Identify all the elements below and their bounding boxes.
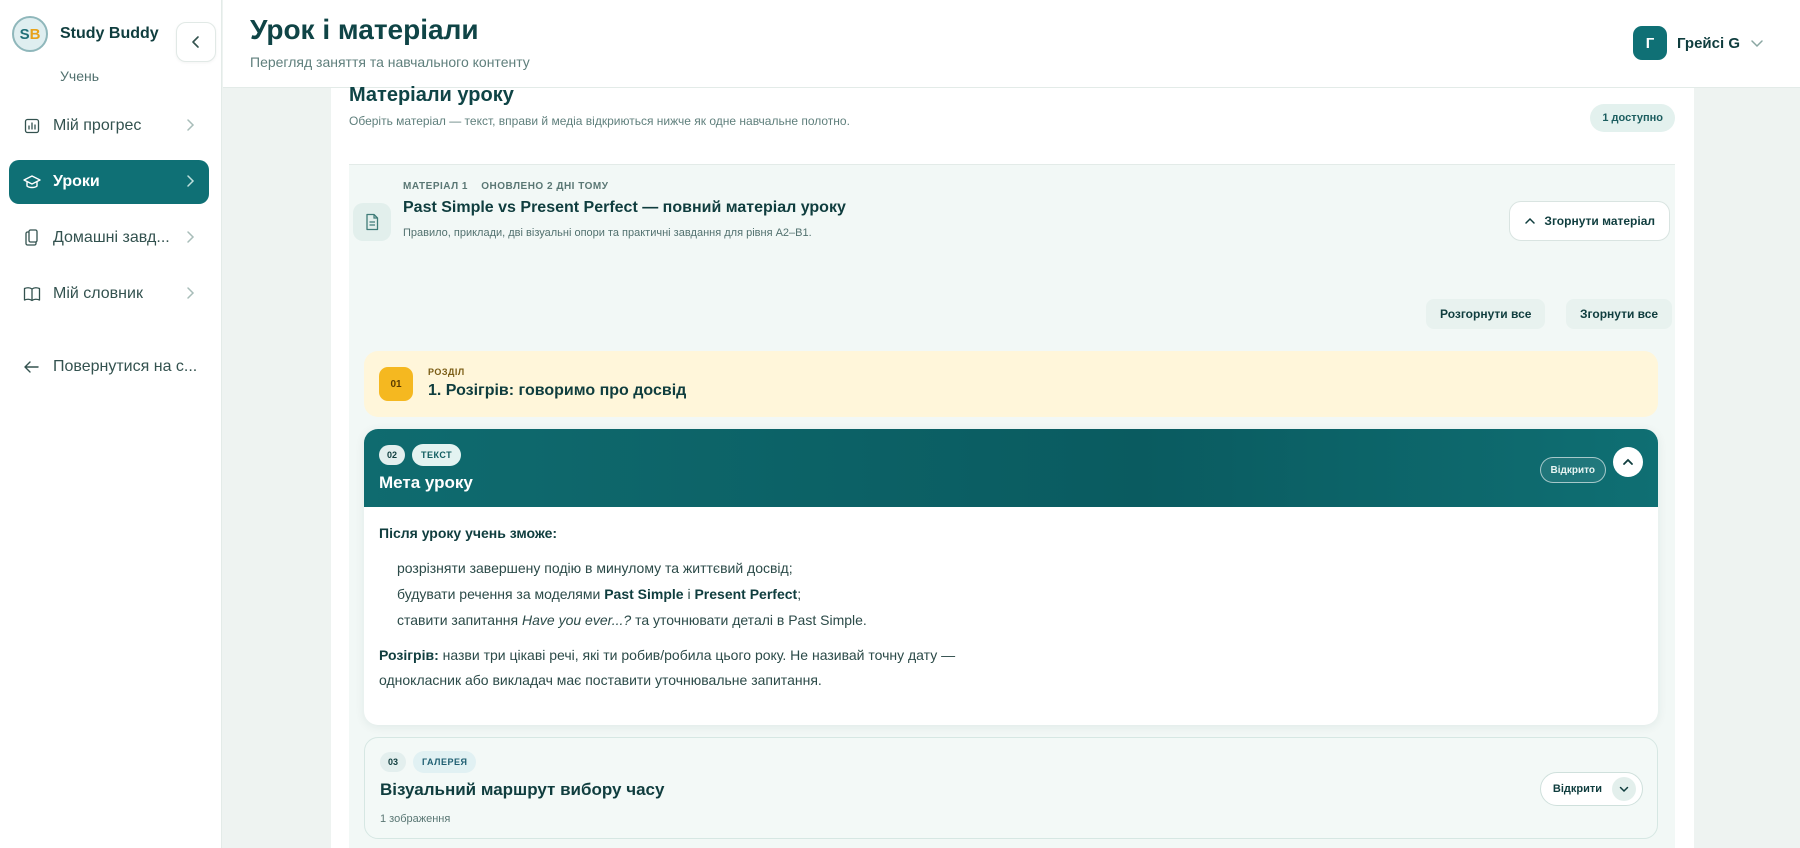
section-label: РОЗДІЛ bbox=[428, 367, 465, 377]
user-role: Учень bbox=[60, 68, 99, 84]
goal-lead: Після уроку учень зможе: bbox=[379, 525, 558, 541]
list-item: будувати речення за моделями Past Simple… bbox=[397, 586, 802, 602]
material-index: МАТЕРІАЛ 1 bbox=[403, 181, 468, 192]
list-item: ставити запитання Have you ever...? та у… bbox=[397, 612, 867, 628]
item-number: 03 bbox=[380, 752, 407, 772]
sidebar: SB Study Buddy Учень Мій прогрес Уроки Д… bbox=[0, 0, 222, 848]
avatar: Г bbox=[1632, 26, 1667, 60]
warmup-text: Розігрів: назви три цікаві речі, які ти … bbox=[379, 647, 956, 688]
sidebar-item-progress[interactable]: Мій прогрес bbox=[9, 104, 209, 148]
material-card: МАТЕРІАЛ 1 ОНОВЛЕНО 2 ДНІ ТОМУ Past Simp… bbox=[349, 164, 1675, 848]
materials-title: Матеріали уроку bbox=[349, 84, 514, 106]
collapse-material-label: Згорнути матеріал bbox=[1544, 214, 1655, 228]
logo: SB bbox=[12, 16, 48, 52]
goal-list: розрізняти завершену подію в минулому та… bbox=[379, 555, 1079, 633]
graduation-cap-icon bbox=[23, 173, 41, 191]
page-title: Урок і матеріали bbox=[250, 14, 479, 45]
image-count: 1 зображення bbox=[380, 813, 451, 825]
item-title: Мета уроку bbox=[379, 473, 473, 492]
sidebar-item-label: Мій прогрес bbox=[53, 117, 142, 134]
materials-panel: Матеріали уроку Оберіть матеріал — текст… bbox=[331, 84, 1694, 848]
collapse-material-button[interactable]: Згорнути матеріал bbox=[1509, 201, 1670, 241]
open-item-label: Відкрити bbox=[1552, 783, 1602, 795]
sidebar-item-label: Мій словник bbox=[53, 285, 143, 302]
collapse-sidebar-button[interactable] bbox=[176, 22, 216, 62]
brand[interactable]: SB Study Buddy bbox=[12, 16, 159, 52]
chevron-left-icon bbox=[192, 36, 199, 48]
material-meta: МАТЕРІАЛ 1 ОНОВЛЕНО 2 ДНІ ТОМУ bbox=[403, 181, 618, 192]
open-item-button[interactable]: Відкрити bbox=[1539, 772, 1643, 806]
lesson-item-goal: 02 ТЕКСТ Мета уроку Відкрито Після уроку… bbox=[364, 429, 1658, 725]
available-badge: 1 доступно bbox=[1590, 104, 1675, 132]
arrow-left-icon bbox=[23, 360, 39, 374]
sidebar-item-homework[interactable]: Домашні завд... bbox=[9, 216, 209, 260]
clipboard-icon bbox=[23, 229, 41, 247]
materials-subtitle: Оберіть матеріал — текст, вправи й медіа… bbox=[349, 114, 850, 128]
chevron-right-icon bbox=[187, 231, 195, 243]
book-icon bbox=[23, 285, 41, 303]
top-header: Урок і матеріали Перегляд заняття та нав… bbox=[223, 0, 1800, 88]
item-type-badge: ГАЛЕРЕЯ bbox=[413, 751, 477, 773]
page-subtitle: Перегляд заняття та навчального контенту bbox=[250, 54, 530, 70]
item-content: Після уроку учень зможе: розрізняти заве… bbox=[379, 525, 1079, 693]
back-link[interactable]: Повернутися на с... bbox=[23, 358, 197, 376]
sidebar-nav: Мій прогрес Уроки Домашні завд... Мій сл… bbox=[9, 104, 209, 328]
section-title: 1. Розігрів: говоримо про досвід bbox=[428, 382, 687, 399]
user-menu[interactable]: Г Грейсі G bbox=[1632, 26, 1764, 60]
list-item: розрізняти завершену подію в минулому та… bbox=[397, 560, 793, 576]
chevron-down-icon bbox=[1612, 777, 1636, 801]
sidebar-item-label: Домашні завд... bbox=[53, 229, 170, 246]
expand-all-button[interactable]: Розгорнути все bbox=[1426, 299, 1546, 329]
chevron-right-icon bbox=[187, 175, 195, 187]
material-updated: ОНОВЛЕНО 2 ДНІ ТОМУ bbox=[481, 181, 609, 192]
sidebar-item-dictionary[interactable]: Мій словник bbox=[9, 272, 209, 316]
collapse-all-button[interactable]: Згорнути все bbox=[1566, 299, 1673, 329]
item-number: 02 bbox=[379, 445, 406, 465]
sidebar-item-lessons[interactable]: Уроки bbox=[9, 160, 209, 204]
app-name: Study Buddy bbox=[60, 25, 159, 42]
back-link-label: Повернутися на с... bbox=[53, 358, 198, 375]
collapse-item-button[interactable] bbox=[1613, 447, 1643, 477]
user-name: Грейсі G bbox=[1676, 34, 1740, 52]
sidebar-item-label: Уроки bbox=[53, 173, 100, 190]
material-title: Past Simple vs Present Perfect — повний … bbox=[403, 199, 846, 216]
chevron-down-icon bbox=[1750, 38, 1764, 48]
item-type-badge: ТЕКСТ bbox=[412, 444, 462, 466]
lesson-item-gallery[interactable]: 03 ГАЛЕРЕЯ Візуальний маршрут вибору час… bbox=[364, 737, 1658, 839]
chart-icon bbox=[23, 117, 41, 135]
lesson-item-header[interactable]: 02 ТЕКСТ Мета уроку Відкрито bbox=[364, 429, 1658, 507]
section-number: 01 bbox=[379, 367, 413, 401]
chevron-right-icon bbox=[187, 287, 195, 299]
status-badge: Відкрито bbox=[1539, 457, 1606, 483]
chevron-right-icon bbox=[187, 119, 195, 131]
material-description: Правило, приклади, дві візуальні опори т… bbox=[403, 227, 812, 239]
item-title: Візуальний маршрут вибору часу bbox=[380, 780, 665, 799]
chevron-up-icon bbox=[1623, 458, 1633, 465]
section-header[interactable]: 01 РОЗДІЛ 1. Розігрів: говоримо про досв… bbox=[364, 351, 1658, 417]
document-icon bbox=[353, 203, 391, 241]
chevron-up-icon bbox=[1524, 217, 1536, 225]
